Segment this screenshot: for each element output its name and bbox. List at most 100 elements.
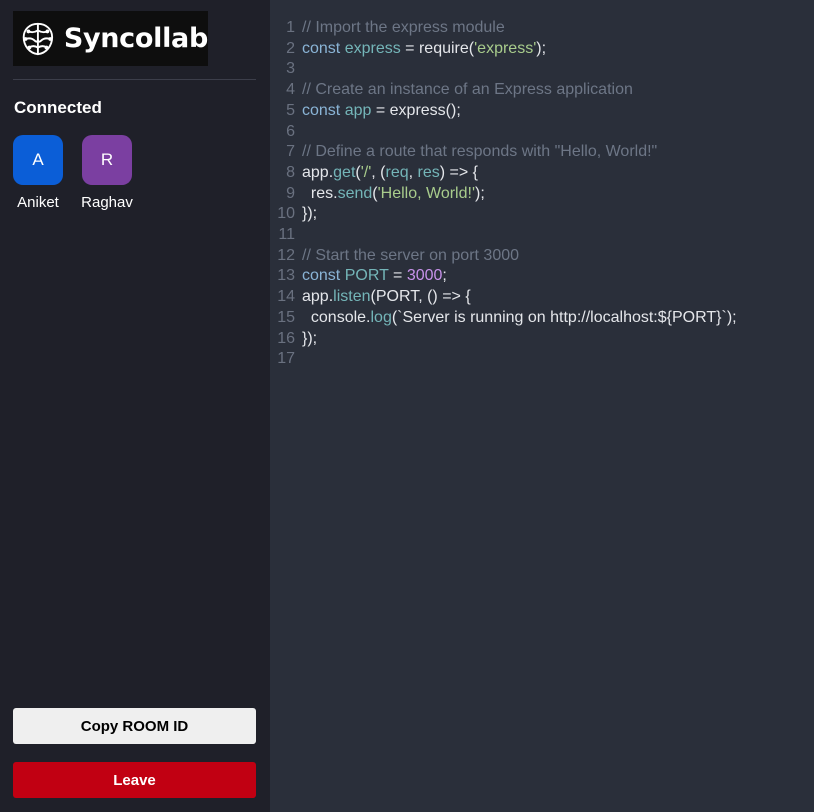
code-token: , (408, 163, 418, 181)
code-token: ; (442, 267, 447, 285)
code-token: // Define a route that responds with "He… (302, 143, 658, 161)
app-name: Syncollab (63, 23, 208, 54)
code-token: listen (333, 288, 371, 306)
code-line[interactable]: 13 const PORT = 3000; (270, 266, 447, 286)
copy-room-id-button[interactable]: Copy ROOM ID (13, 708, 256, 744)
avatar: A (13, 135, 63, 185)
user-card-aniket: A Aniket (3, 135, 73, 211)
code-editor[interactable]: 1 // Import the express module 2 const expr… (270, 0, 814, 812)
code-line[interactable]: 14 app.listen(PORT, () => { (270, 287, 471, 307)
code-line[interactable]: 11 (270, 225, 302, 245)
code-token: req (385, 163, 409, 181)
line-number: 10 (277, 205, 295, 223)
code-token: // Import the express module (302, 19, 505, 36)
code-line[interactable]: 15 console.log(`Server is running on htt… (270, 308, 737, 328)
code-token: PORT (344, 267, 389, 285)
line-number: 16 (277, 329, 295, 347)
leave-button[interactable]: Leave (13, 762, 256, 798)
code-line[interactable]: 4 // Create an instance of an Express app… (270, 80, 633, 100)
code-text: // Import the express module (302, 19, 505, 36)
code-text: }); (302, 205, 317, 222)
code-token: app. (302, 288, 334, 306)
code-text: const PORT = 3000; (302, 267, 447, 284)
code-token: // Start the server on port 3000 (302, 246, 520, 264)
code-text: res.send('Hello, World!'); (302, 185, 485, 202)
code-line[interactable]: 10}); (270, 204, 317, 224)
code-text: app.get('/', (req, res) => { (302, 164, 478, 181)
code-token: res. (302, 184, 338, 202)
code-token: app. (302, 163, 334, 181)
code-token: (PORT, () => { (370, 288, 471, 306)
code-token: 'express' (474, 39, 537, 57)
line-number: 12 (277, 246, 295, 264)
code-line[interactable]: 16}); (270, 329, 317, 349)
code-token: ); (475, 184, 485, 202)
code-token: res (417, 163, 440, 181)
code-token: = require( (400, 39, 475, 57)
line-number: 5 (286, 101, 295, 119)
code-token: (`Server is running on http://localhost:… (391, 308, 737, 326)
user-card-raghav: R Raghav (72, 135, 142, 211)
code-token: log (370, 308, 392, 326)
connected-heading: Connected (14, 98, 102, 117)
code-token: const (302, 101, 341, 119)
code-text: console.log(`Server is running on http:/… (302, 309, 737, 326)
code-token: console. (302, 308, 371, 326)
code-text: app.listen(PORT, () => { (302, 288, 471, 305)
code-token: // Create an instance of an Express appl… (302, 81, 633, 99)
line-number: 1 (286, 19, 295, 36)
line-number: 2 (286, 39, 295, 57)
code-line[interactable]: 7 // Define a route that responds with "H… (270, 142, 657, 162)
line-number: 17 (277, 350, 295, 368)
sidebar: Syncollab Connected A Aniket R Raghav Co… (0, 0, 270, 812)
line-number: 15 (277, 308, 295, 326)
code-token: 'Hello, World!' (377, 184, 475, 202)
code-token: , ( (371, 163, 386, 181)
sidebar-divider (13, 79, 256, 80)
user-name: Aniket (17, 194, 59, 211)
code-text: // Start the server on port 3000 (302, 247, 519, 264)
code-text: const app = express(); (302, 102, 461, 119)
code-token: }); (302, 329, 318, 347)
code-token: = (388, 267, 407, 285)
code-token: send (337, 184, 373, 202)
code-token: get (333, 163, 356, 181)
line-number: 4 (286, 81, 295, 99)
code-token: const (302, 267, 341, 285)
avatar: R (82, 135, 132, 185)
code-token: app (344, 101, 372, 119)
code-token: 3000 (406, 267, 443, 285)
line-number: 9 (286, 184, 295, 202)
code-line[interactable]: 3 (270, 59, 302, 79)
code-line[interactable]: 9 res.send('Hello, World!'); (270, 184, 485, 204)
line-number: 3 (286, 60, 295, 78)
code-token: express (344, 39, 401, 57)
code-line[interactable]: 1 // Import the express module (270, 18, 505, 38)
code-line[interactable]: 17 (270, 349, 302, 369)
code-line[interactable]: 12 // Start the server on port 3000 (270, 246, 519, 266)
code-token: ); (536, 39, 547, 57)
code-text: // Create an instance of an Express appl… (302, 81, 633, 98)
line-number: 14 (277, 288, 295, 306)
code-token: }); (302, 205, 318, 223)
line-number: 11 (278, 226, 295, 243)
code-text: // Define a route that responds with "He… (302, 143, 657, 160)
line-number: 7 (286, 143, 295, 161)
app-logo: Syncollab (13, 11, 208, 66)
code-text: const express = require('express'); (302, 40, 546, 57)
brain-circuit-icon (22, 22, 54, 55)
avatar-initial: R (100, 150, 114, 169)
avatar-initial: A (32, 150, 44, 169)
code-token: const (302, 39, 341, 57)
line-number: 6 (286, 122, 295, 140)
code-token: '/' (360, 163, 372, 181)
code-token: ) => { (439, 163, 478, 181)
code-text: }); (302, 330, 317, 347)
code-token: = express(); (371, 101, 461, 119)
line-number: 8 (286, 163, 295, 181)
code-line[interactable]: 6 (270, 122, 302, 142)
code-line[interactable]: 5 const app = express(); (270, 101, 461, 121)
code-line[interactable]: 2 const express = require('express'); (270, 39, 546, 59)
line-number: 13 (277, 267, 295, 285)
code-line[interactable]: 8 app.get('/', (req, res) => { (270, 163, 478, 183)
